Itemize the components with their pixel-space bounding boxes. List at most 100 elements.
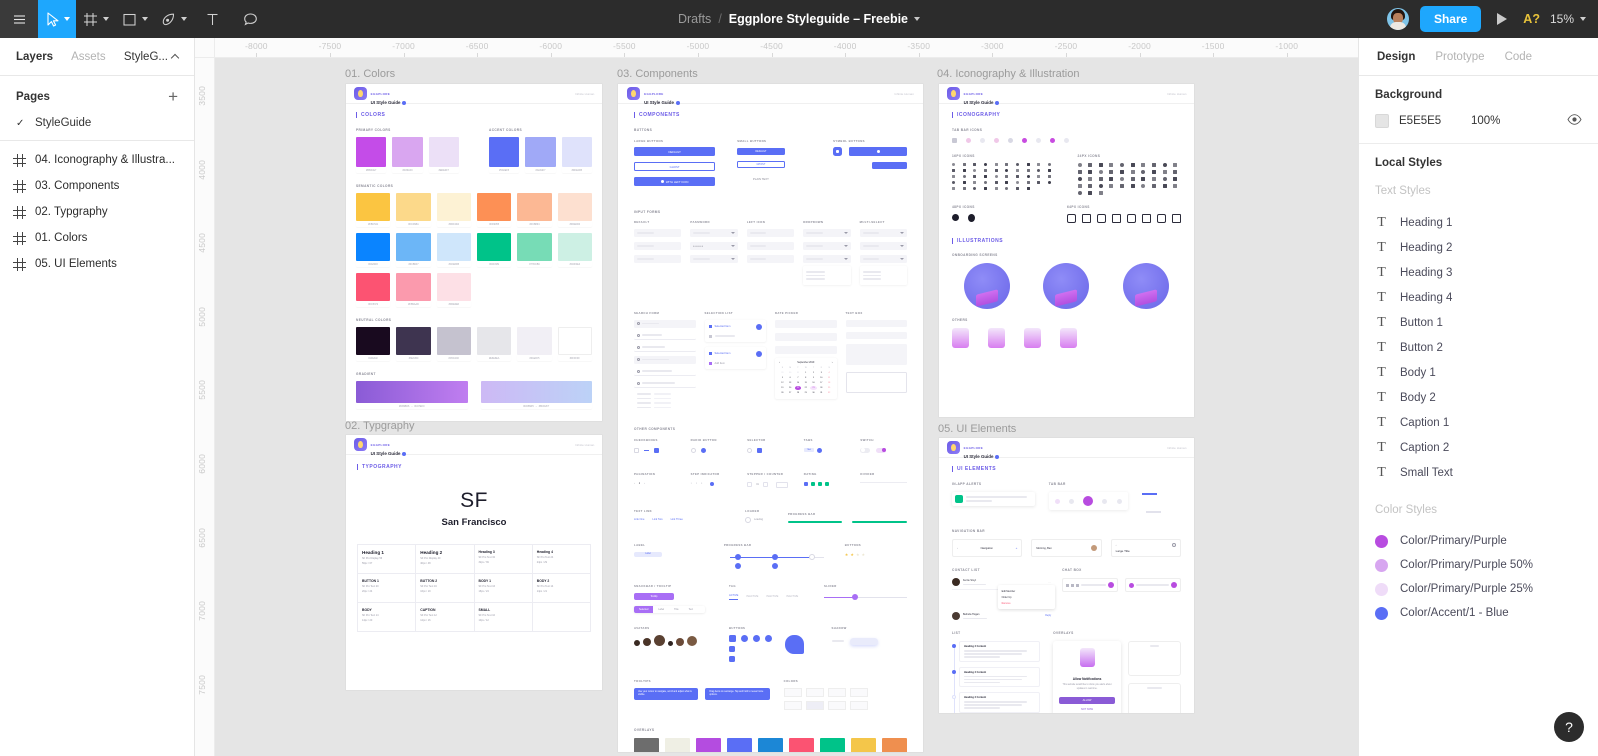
- icon-24[interactable]: [1088, 177, 1093, 181]
- icon-16[interactable]: [952, 163, 955, 166]
- overlay-sheet[interactable]: [1127, 683, 1181, 713]
- color-swatch[interactable]: [356, 273, 391, 301]
- icon-24[interactable]: [1077, 170, 1082, 174]
- icon-16[interactable]: [962, 187, 966, 190]
- icon-16[interactable]: [983, 163, 987, 166]
- color-swatch[interactable]: [557, 327, 592, 355]
- color-swatch[interactable]: [525, 137, 556, 167]
- type-specimen-cell[interactable]: Heading 2 SF Pro Display 40 40px / 48: [416, 545, 475, 574]
- icon-16[interactable]: [1005, 175, 1009, 178]
- color-swatch[interactable]: [557, 233, 592, 261]
- tab-bar[interactable]: [1048, 492, 1128, 510]
- icon-16[interactable]: [1015, 181, 1019, 184]
- calendar-day[interactable]: 31: [795, 371, 802, 375]
- star-rating[interactable]: ★ ★ ★ ★: [845, 552, 907, 557]
- color-chip[interactable]: [849, 687, 868, 697]
- text-style-row[interactable]: T Heading 4: [1375, 285, 1582, 310]
- overlay-swatch[interactable]: [851, 737, 876, 752]
- color-chip[interactable]: [827, 687, 846, 697]
- frame-label-components[interactable]: 03. Components: [617, 68, 698, 80]
- small-button-default[interactable]: DEFAULT: [737, 148, 785, 155]
- icon-24[interactable]: [1077, 191, 1082, 195]
- text-style-row[interactable]: T Button 1: [1375, 310, 1582, 335]
- text-style-row[interactable]: T Body 2: [1375, 385, 1582, 410]
- icon-24[interactable]: [1130, 177, 1135, 181]
- illustration-small[interactable]: [988, 328, 1005, 348]
- layer-item-typography[interactable]: 02. Typgraphy: [0, 199, 194, 225]
- input-field[interactable]: [803, 229, 851, 237]
- tabbar-icon[interactable]: [1036, 138, 1041, 143]
- gear-icon[interactable]: [1171, 543, 1176, 547]
- icon-64[interactable]: [1112, 214, 1121, 223]
- icon-16[interactable]: [973, 163, 977, 166]
- icon-16[interactable]: [1026, 181, 1030, 184]
- tab-prototype[interactable]: Prototype: [1435, 51, 1484, 63]
- avatar[interactable]: [1090, 545, 1097, 551]
- color-swatch[interactable]: [396, 273, 431, 301]
- avatar[interactable]: [687, 635, 697, 646]
- eye-icon[interactable]: [1567, 114, 1582, 128]
- icon-16[interactable]: [1015, 175, 1019, 178]
- overlay-swatch[interactable]: [665, 737, 690, 752]
- calendar-day[interactable]: 5: [779, 376, 786, 380]
- icon-24[interactable]: [1120, 184, 1125, 188]
- icon-64[interactable]: [1097, 214, 1106, 223]
- search-field[interactable]: [634, 319, 696, 328]
- icon-24[interactable]: [1130, 163, 1135, 167]
- input-field[interactable]: [746, 229, 795, 237]
- send-button[interactable]: [1108, 582, 1115, 588]
- chat-box[interactable]: [1125, 578, 1181, 592]
- list-item[interactable]: Heading 4 Content: [952, 666, 1041, 687]
- icon-16[interactable]: [994, 181, 998, 184]
- selection-list-card[interactable]: Selected Item Add Item: [704, 346, 766, 369]
- color-swatch[interactable]: [557, 193, 592, 221]
- icon-24[interactable]: [1077, 184, 1082, 188]
- send-button[interactable]: [1171, 582, 1177, 588]
- avatar[interactable]: [676, 637, 684, 646]
- calendar-day[interactable]: 10: [818, 376, 825, 380]
- color-swatch[interactable]: [561, 137, 592, 167]
- icon-16[interactable]: [952, 175, 955, 178]
- plain-text-button[interactable]: PLAIN TEXT: [737, 177, 784, 181]
- selection-list-card[interactable]: Selected Item: [704, 319, 766, 342]
- icon-24[interactable]: [1152, 170, 1157, 174]
- overlay-swatch[interactable]: [789, 737, 814, 752]
- background-opacity-value[interactable]: 100%: [1471, 115, 1500, 127]
- frame-typography[interactable]: EGGPLORE UI Style Guide Infinite Human T…: [346, 435, 602, 690]
- input-field[interactable]: [746, 255, 795, 263]
- calendar-day[interactable]: 26: [779, 391, 786, 395]
- illustration[interactable]: [963, 263, 1010, 309]
- icon-16[interactable]: [1047, 175, 1051, 178]
- icon-24[interactable]: [1109, 163, 1114, 167]
- page-selector-dropdown[interactable]: StyleG...: [124, 51, 180, 63]
- list-item[interactable]: Heading 4 Content: [952, 641, 1041, 662]
- icon-24[interactable]: [1173, 163, 1178, 167]
- frame-label-typography[interactable]: 02. Typgraphy: [345, 420, 415, 432]
- overlay-swatch[interactable]: [882, 737, 907, 752]
- calendar-day[interactable]: 4: [826, 371, 833, 375]
- text-link[interactable]: Link Two: [652, 518, 662, 521]
- icon-64[interactable]: [1067, 214, 1076, 223]
- icon-16[interactable]: [994, 175, 998, 178]
- icon-64[interactable]: [1127, 214, 1136, 223]
- icon-24[interactable]: [1120, 170, 1125, 174]
- tab-layers[interactable]: Layers: [16, 51, 53, 63]
- color-style-row[interactable]: Color/Primary/Purple 50%: [1375, 553, 1582, 577]
- tabbar-icon[interactable]: [1064, 138, 1069, 143]
- search-results[interactable]: [634, 392, 696, 410]
- calendar-day[interactable]: 24: [818, 386, 825, 390]
- input-field[interactable]: [634, 242, 682, 250]
- avatar[interactable]: [654, 634, 665, 646]
- illustration-small[interactable]: [1024, 328, 1041, 348]
- icon-24[interactable]: [1173, 177, 1178, 181]
- icon-24[interactable]: [1141, 177, 1146, 181]
- calendar-day[interactable]: 15: [802, 381, 809, 385]
- calendar-day[interactable]: 27: [787, 391, 794, 395]
- tab-icon[interactable]: [1054, 498, 1060, 504]
- icon-24[interactable]: [1130, 170, 1135, 174]
- file-menu-caret-icon[interactable]: [914, 17, 921, 21]
- search-field[interactable]: [634, 331, 696, 340]
- input-field[interactable]: [859, 229, 908, 237]
- icon-24[interactable]: [1109, 177, 1114, 181]
- tab-icon[interactable]: [1116, 498, 1122, 504]
